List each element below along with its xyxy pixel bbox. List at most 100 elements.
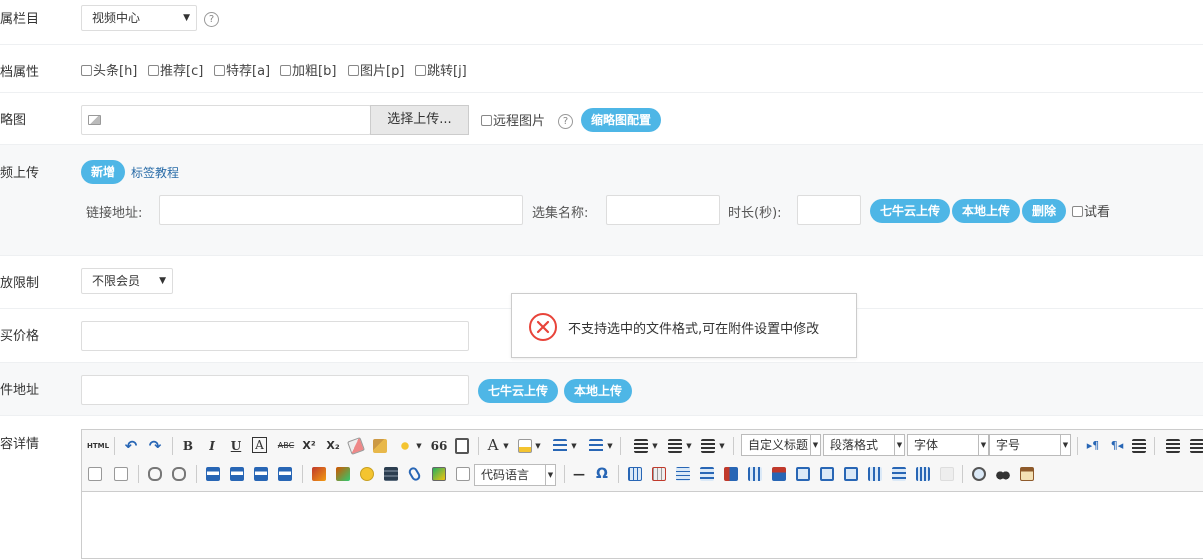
thumb-upload-button[interactable]: 选择上传... [370,105,469,135]
video-delete-button[interactable]: 删除 [1022,199,1067,223]
image-manager-icon[interactable] [432,467,446,481]
direction-ltr-button[interactable]: ▸¶ [1083,436,1103,456]
font-family-select[interactable]: 字体 ▼ [907,434,989,456]
price-input[interactable] [81,321,469,351]
attr-checkbox-j[interactable]: 跳转[j] [415,60,467,79]
chevron-down-icon[interactable]: ▼ [606,436,614,456]
chevron-down-icon[interactable]: ▼ [415,436,423,456]
multi-image-icon[interactable] [336,467,350,481]
custom-heading-select[interactable]: 自定义标题 ▼ [741,434,821,456]
align-center-icon[interactable] [1190,439,1203,453]
backcolor-icon[interactable] [518,439,532,453]
html-source-button[interactable]: HTML [86,436,110,456]
paragraph-format-select[interactable]: 段落格式 ▼ [823,434,905,456]
attr-checkbox-p[interactable]: 图片[p] [348,60,404,79]
chevron-down-icon[interactable]: ▼ [502,436,510,456]
help-icon[interactable]: ? [204,12,219,27]
preview-icon[interactable] [972,467,986,481]
rich-text-editor[interactable]: HTML ↶ ↷ B I U A ABC X² X₂ ▼ 66 A ▼ ▼ ▼ … [81,429,1203,559]
delete-table-icon[interactable] [652,467,666,481]
split-rows-icon[interactable] [892,467,906,481]
attr-checkbox-c[interactable]: 推荐[c] [148,60,203,79]
merge-cells-icon[interactable] [796,467,810,481]
row-spacing-bottom-icon[interactable] [668,439,682,453]
paste-text-icon[interactable] [455,438,469,454]
insert-col-icon[interactable] [748,467,762,481]
font-size-select[interactable]: 字号 ▼ [989,434,1071,456]
chevron-down-icon[interactable]: ▼ [651,436,659,456]
table-title-icon[interactable] [676,467,690,481]
preview-checkbox[interactable]: 试看 [1072,201,1110,220]
tutorial-link[interactable]: 标签教程 [131,164,179,181]
line-height-icon[interactable] [701,439,715,453]
file-url-input[interactable] [81,375,469,405]
format-brush-icon[interactable] [373,439,387,453]
thumb-input[interactable] [81,105,371,135]
redo-button[interactable]: ↷ [146,436,164,456]
image-left-icon[interactable] [230,467,244,481]
font-border-button[interactable]: A [252,437,267,453]
image-right-icon[interactable] [254,467,268,481]
help-icon[interactable]: ? [558,114,573,129]
unlink-icon[interactable] [172,467,186,481]
file-qiniu-upload-button[interactable]: 七牛云上传 [478,379,559,403]
column-select[interactable]: 视频中心 ▼ [81,5,197,31]
split-cells-icon[interactable] [868,467,882,481]
link-icon[interactable] [148,467,162,481]
access-select[interactable]: 不限会员 ▼ [81,268,173,294]
code-icon[interactable] [456,467,470,481]
video-add-button[interactable]: 新增 [81,160,126,184]
eraser-icon[interactable] [347,437,365,455]
video-icon[interactable] [384,467,398,481]
chevron-down-icon[interactable]: ▼ [718,436,726,456]
indent-icon[interactable] [1132,439,1146,453]
attr-checkbox-a[interactable]: 特荐[a] [214,60,270,79]
strikethrough-button[interactable]: ABC [275,436,297,456]
row-spacing-top-icon[interactable] [634,439,648,453]
merge-right-icon[interactable] [820,467,834,481]
align-left-icon[interactable] [1166,439,1180,453]
magic-wand-icon[interactable] [398,439,412,453]
search-replace-icon[interactable] [996,467,1010,481]
underline-button[interactable]: U [228,436,244,456]
italic-button[interactable]: I [204,436,220,456]
attr-checkbox-h[interactable]: 头条[h] [81,60,137,79]
template-icon[interactable] [1020,467,1034,481]
duration-input[interactable] [797,195,861,225]
attr-checkbox-b[interactable]: 加粗[b] [280,60,336,79]
unordered-list-icon[interactable] [589,439,603,453]
code-language-select[interactable]: 代码语言 ▼ [474,464,556,486]
thumb-config-button[interactable]: 缩略图配置 [581,108,662,132]
direction-rtl-button[interactable]: ¶◂ [1107,436,1127,456]
split-cols-icon[interactable] [916,467,930,481]
bold-button[interactable]: B [180,436,196,456]
horizontal-rule-button[interactable]: — [570,464,588,484]
font-case-upper-icon[interactable] [88,467,102,481]
insert-row-icon[interactable] [700,467,714,481]
chevron-down-icon[interactable]: ▼ [685,436,693,456]
superscript-button[interactable]: X² [300,436,318,456]
ordered-list-icon[interactable] [553,439,567,453]
file-local-upload-button[interactable]: 本地上传 [564,379,633,403]
image-none-icon[interactable] [206,467,220,481]
emoji-icon[interactable] [360,467,374,481]
blockquote-button[interactable]: 66 [430,436,448,456]
delete-col-icon[interactable] [772,467,786,481]
special-chars-button[interactable]: Ω [593,464,611,484]
chevron-down-icon[interactable]: ▼ [534,436,542,456]
video-local-upload-button[interactable]: 本地上传 [952,199,1021,223]
attachment-icon[interactable] [407,465,422,483]
subscript-button[interactable]: X₂ [324,436,342,456]
merge-down-icon[interactable] [844,467,858,481]
delete-row-icon[interactable] [724,467,738,481]
remote-image-checkbox[interactable]: 远程图片 [481,110,545,129]
forecolor-button[interactable]: A [486,435,500,455]
image-center-icon[interactable] [278,467,292,481]
url-input[interactable] [159,195,523,225]
undo-button[interactable]: ↶ [122,436,140,456]
chevron-down-icon[interactable]: ▼ [570,436,578,456]
episode-name-input[interactable] [606,195,720,225]
insert-image-icon[interactable] [312,467,326,481]
insert-table-icon[interactable] [628,467,642,481]
video-qiniu-upload-button[interactable]: 七牛云上传 [870,199,951,223]
